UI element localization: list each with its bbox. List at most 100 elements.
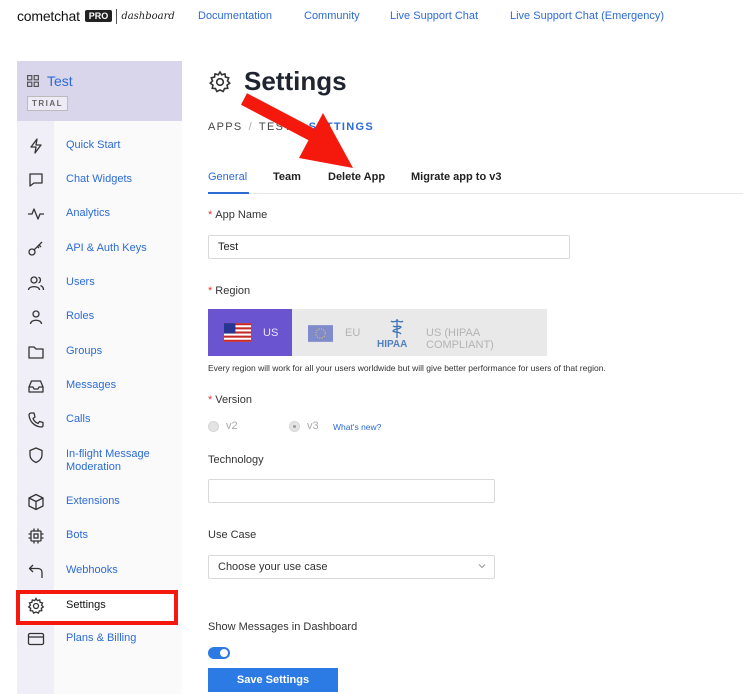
sidebar-item-extensions[interactable]: Extensions: [17, 487, 182, 517]
required-asterisk: *: [208, 285, 213, 297]
key-icon: [28, 241, 43, 256]
user-icon: [29, 310, 43, 325]
tab-team[interactable]: Team: [273, 171, 301, 183]
breadcrumb-apps[interactable]: APPS: [208, 121, 243, 133]
show-messages-label: Show Messages in Dashboard: [208, 621, 358, 633]
lightning-icon: [30, 138, 42, 154]
region-selector: US EU HIPAA US (HIPAA COMPLIANT): [208, 309, 547, 356]
app-switcher[interactable]: Test TRIAL: [17, 61, 182, 121]
users-icon: [27, 276, 45, 291]
sidebar-item-label: API & Auth Keys: [66, 242, 147, 254]
sidebar-item-label: Chat Widgets: [66, 173, 133, 185]
whats-new-link[interactable]: What's new?: [333, 422, 381, 432]
sidebar-item-label: Bots: [66, 529, 89, 541]
use-case-select[interactable]: Choose your use case: [208, 555, 495, 579]
sidebar-item-label: Analytics: [66, 207, 111, 219]
breadcrumb: APPS / TEST / SETTINGS: [208, 121, 374, 133]
chat-bubble-icon: [29, 173, 43, 187]
sidebar-item-users[interactable]: Users: [17, 268, 182, 298]
version-radio-v2-label: v2: [226, 420, 238, 432]
breadcrumb-app[interactable]: TEST: [259, 121, 292, 133]
sidebar-item-bots[interactable]: Bots: [17, 521, 182, 551]
pulse-icon: [28, 208, 44, 220]
nav-link-documentation[interactable]: Documentation: [198, 10, 272, 22]
sidebar-item-messages[interactable]: Messages: [17, 371, 182, 401]
region-label-text: Region: [215, 285, 251, 297]
show-messages-toggle[interactable]: [208, 647, 230, 659]
breadcrumb-separator: /: [248, 121, 253, 133]
region-option-label: US: [263, 327, 279, 339]
technology-label: Technology: [208, 454, 264, 466]
sidebar-item-label: Users: [66, 276, 95, 288]
sidebar-item-analytics[interactable]: Analytics: [17, 199, 182, 229]
tab-migrate-app-v3[interactable]: Migrate app to v3: [411, 171, 501, 183]
sidebar-item-label: Groups: [66, 345, 103, 357]
logo-text: cometchat: [17, 8, 80, 24]
region-option-eu[interactable]: EU: [292, 309, 372, 356]
version-label-text: Version: [215, 394, 252, 406]
sidebar-item-label: Messages: [66, 379, 117, 391]
chevron-down-icon: [478, 564, 486, 569]
sidebar-item-label: Quick Start: [66, 139, 121, 151]
tab-general[interactable]: General: [208, 171, 247, 183]
region-option-us-hipaa[interactable]: HIPAA US (HIPAA COMPLIANT): [372, 309, 547, 356]
sidebar-item-quick-start[interactable]: Quick Start: [17, 131, 182, 161]
sidebar-item-label: Plans & Billing: [66, 632, 137, 644]
trial-badge: TRIAL: [27, 96, 69, 111]
required-asterisk: *: [208, 209, 213, 221]
sidebar-item-chat-widgets[interactable]: Chat Widgets: [17, 165, 182, 195]
gear-icon: [209, 69, 231, 93]
logo-dashboard-text: dashboard: [121, 10, 175, 22]
active-tab-indicator: [208, 192, 249, 194]
version-radio-v3-label: v3: [307, 420, 319, 432]
region-option-label: EU: [345, 327, 361, 339]
sidebar-item-roles[interactable]: Roles: [17, 302, 182, 332]
app-name: Test: [47, 73, 73, 89]
sidebar-item-plans-billing[interactable]: Plans & Billing: [17, 624, 182, 654]
shield-icon: [29, 447, 43, 464]
sidebar-item-label: Webhooks: [66, 564, 118, 576]
nav-link-live-support-chat[interactable]: Live Support Chat: [390, 10, 478, 22]
app-name-input[interactable]: [208, 235, 570, 259]
cometchat-logo[interactable]: cometchat PRO dashboard: [17, 8, 175, 24]
version-radio-v3[interactable]: [289, 421, 300, 432]
app-name-label: * App Name: [208, 209, 267, 221]
required-asterisk: *: [208, 394, 213, 406]
eu-flag-icon: [308, 325, 333, 342]
phone-icon: [28, 412, 44, 428]
use-case-placeholder: Choose your use case: [218, 561, 328, 573]
nav-link-community[interactable]: Community: [304, 10, 360, 22]
sidebar-item-groups[interactable]: Groups: [17, 337, 182, 367]
settings-highlight-annotation: [16, 590, 178, 625]
technology-input[interactable]: [208, 479, 495, 503]
tab-delete-app[interactable]: Delete App: [328, 171, 385, 183]
chip-icon: [28, 528, 44, 544]
sidebar-item-in-flight-moderation[interactable]: In-flight Message Moderation: [17, 440, 182, 478]
caduceus-icon: [390, 319, 404, 338]
sidebar-item-label: In-flight Message Moderation: [66, 448, 150, 473]
region-option-label: US (HIPAA COMPLIANT): [426, 327, 494, 351]
settings-tabs: General Team Delete App Migrate app to v…: [208, 170, 743, 194]
app-name-label-text: App Name: [215, 209, 268, 221]
version-radio-v2[interactable]: [208, 421, 219, 432]
use-case-label: Use Case: [208, 529, 257, 541]
return-arrow-icon: [28, 564, 43, 578]
cube-icon: [28, 493, 44, 511]
hipaa-logo-text: HIPAA: [377, 339, 408, 350]
sidebar-item-api-auth-keys[interactable]: API & Auth Keys: [17, 234, 182, 264]
sidebar-item-label: Calls: [66, 413, 91, 425]
region-option-us[interactable]: US: [208, 309, 292, 356]
page-title: Settings: [244, 66, 347, 96]
sidebar-item-calls[interactable]: Calls: [17, 405, 182, 435]
region-help-text: Every region will work for all your user…: [208, 363, 606, 373]
logo-divider: [116, 8, 118, 24]
save-settings-button[interactable]: Save Settings: [208, 668, 338, 692]
page-header: Settings: [208, 66, 347, 97]
folder-icon: [28, 346, 44, 359]
top-bar: cometchat PRO dashboard Documentation Co…: [0, 0, 743, 34]
credit-card-icon: [27, 632, 45, 646]
sidebar-item-label: Roles: [66, 310, 95, 322]
nav-link-live-support-emergency[interactable]: Live Support Chat (Emergency): [510, 10, 664, 22]
sidebar-item-label: Extensions: [66, 495, 120, 507]
sidebar-item-webhooks[interactable]: Webhooks: [17, 556, 182, 586]
